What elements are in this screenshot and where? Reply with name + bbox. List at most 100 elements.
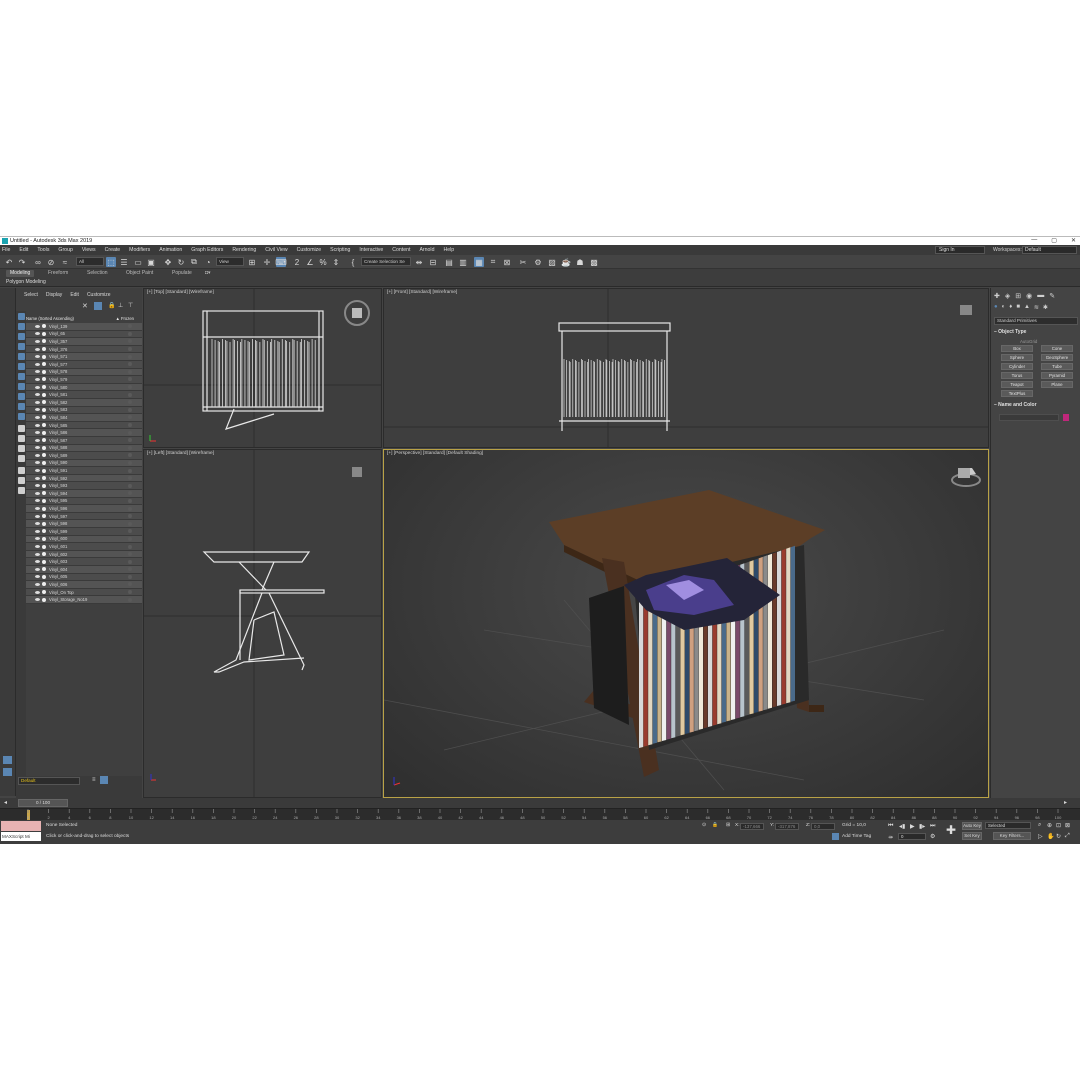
key-set-select[interactable]: Selected: [985, 822, 1031, 829]
lights-icon[interactable]: ♦: [1009, 304, 1012, 312]
rendered-frame-window-icon[interactable]: ▨: [547, 257, 557, 267]
filter-lights-icon[interactable]: [18, 333, 25, 340]
list-item[interactable]: Vinyl_594: [26, 490, 142, 498]
cameras-icon[interactable]: ■: [1016, 304, 1020, 312]
filter-bones-icon[interactable]: [18, 393, 25, 400]
render-cloud-icon[interactable]: ▩: [589, 257, 599, 267]
viewport-top[interactable]: [+] [Top] [Standard] [Wireframe]: [143, 288, 382, 448]
auto-key-button[interactable]: Auto Key: [962, 822, 982, 830]
filter-none-icon[interactable]: [18, 445, 25, 452]
list-item[interactable]: Vinyl_601: [26, 543, 142, 551]
menu-create[interactable]: Create: [105, 247, 121, 253]
curve-editor-icon[interactable]: ⌗: [488, 257, 498, 267]
visibility-eye-icon[interactable]: [35, 514, 40, 518]
menu-content[interactable]: Content: [392, 247, 410, 253]
filter-helpers-icon[interactable]: [18, 353, 25, 360]
frozen-toggle-icon[interactable]: [128, 597, 132, 602]
layer-stack-icon[interactable]: ≡: [92, 777, 96, 783]
list-item[interactable]: Vinyl_571: [26, 353, 142, 361]
filter-spacewarps-icon[interactable]: [18, 363, 25, 370]
set-key-icon[interactable]: ✚: [946, 823, 956, 837]
z-coordinate-field[interactable]: 0,0: [811, 823, 835, 830]
frozen-toggle-icon[interactable]: [128, 369, 132, 374]
motion-tab-icon[interactable]: ◉: [1026, 292, 1032, 300]
filter-all-icon[interactable]: [18, 435, 25, 442]
find-icon[interactable]: [18, 467, 25, 474]
list-item[interactable]: Vinyl_586: [26, 429, 142, 437]
dock-expand-icon[interactable]: [3, 756, 12, 764]
frozen-toggle-icon[interactable]: [128, 392, 132, 397]
visibility-eye-icon[interactable]: [35, 377, 40, 381]
key-mode-icon[interactable]: ⇸: [888, 834, 893, 841]
visibility-eye-icon[interactable]: [35, 469, 40, 473]
primitive-torus-button[interactable]: Torus: [1001, 371, 1033, 380]
timeline-next-icon[interactable]: ▸: [1064, 799, 1067, 806]
menu-group[interactable]: Group: [58, 247, 72, 253]
angle-snap-icon[interactable]: ∠: [305, 257, 315, 267]
workspace-select[interactable]: Default: [1022, 246, 1077, 254]
column-name-header[interactable]: Name (Sorted Ascending): [26, 316, 74, 322]
scene-menu-customize[interactable]: Customize: [87, 292, 111, 300]
list-item[interactable]: Vinyl_On Top: [26, 588, 142, 597]
render-setup-icon[interactable]: ⚙: [533, 257, 543, 267]
list-item[interactable]: Vinyl_588: [26, 444, 142, 453]
list-item[interactable]: Vinyl_596: [26, 505, 142, 513]
percent-snap-icon[interactable]: %: [318, 257, 328, 267]
viewport-front-label[interactable]: [+] [Front] [Standard] [Wireframe]: [387, 290, 457, 295]
list-item[interactable]: Vinyl_606: [26, 581, 142, 589]
primitive-textplus-button[interactable]: TextPlus: [1001, 389, 1033, 398]
list-item[interactable]: Vinyl_580: [26, 383, 142, 392]
filter-xrefs-icon[interactable]: [18, 383, 25, 390]
name-color-rollout[interactable]: – Name and Color: [994, 402, 1078, 409]
menu-customize[interactable]: Customize: [297, 247, 322, 253]
menu-scripting[interactable]: Scripting: [330, 247, 350, 253]
visibility-eye-icon[interactable]: [35, 582, 40, 586]
list-item[interactable]: Vinyl_139: [26, 323, 142, 331]
primitive-geosphere-button[interactable]: GeoSphere: [1041, 353, 1073, 362]
frozen-toggle-icon[interactable]: [128, 400, 132, 405]
render-iterative-icon[interactable]: ☗: [575, 257, 585, 267]
tab-modeling[interactable]: Modeling: [6, 270, 35, 277]
frozen-toggle-icon[interactable]: [128, 331, 132, 336]
list-item[interactable]: Vinyl_600: [26, 535, 142, 544]
maxscript-mini-label[interactable]: MAXScript Mi: [1, 832, 41, 841]
isolate-icon[interactable]: ⊙: [702, 823, 706, 828]
scene-explorer-toggle-icon[interactable]: ▤: [444, 257, 454, 267]
list-item[interactable]: Vinyl_577: [26, 360, 142, 369]
time-tag-icon[interactable]: [832, 833, 839, 840]
frozen-toggle-icon[interactable]: [128, 483, 132, 488]
primitive-teapot-button[interactable]: Teapot: [1001, 380, 1033, 389]
visibility-eye-icon[interactable]: [35, 393, 40, 397]
frozen-toggle-icon[interactable]: [128, 567, 132, 572]
visibility-eye-icon[interactable]: [35, 590, 40, 594]
link-icon[interactable]: ∞: [33, 257, 43, 267]
primitive-sphere-button[interactable]: Sphere: [1001, 353, 1033, 362]
menu-arnold[interactable]: Arnold: [419, 247, 434, 253]
track-bar[interactable]: 0 2 4 6 8 10 12 14 16 18 20 22 24 26 28 30 32 34 36 38 40 42 4…: [0, 808, 1080, 820]
create-tab-icon[interactable]: ✚: [994, 292, 1000, 300]
window-crossing-icon[interactable]: ▣: [146, 257, 156, 267]
frozen-toggle-icon[interactable]: [128, 362, 132, 367]
keyboard-shortcut-override-icon[interactable]: ⌨: [275, 257, 287, 267]
list-item[interactable]: Vinyl_605: [26, 573, 142, 582]
menu-tools[interactable]: Tools: [37, 247, 49, 253]
object-type-rollout[interactable]: – Object Type: [994, 329, 1078, 336]
named-selection-set-select[interactable]: Create Selection Se: [361, 257, 411, 266]
close-button[interactable]: ✕: [1071, 237, 1076, 244]
menu-interactive[interactable]: Interactive: [359, 247, 383, 253]
reference-coordinate-select[interactable]: View: [216, 257, 244, 266]
visibility-eye-icon[interactable]: [35, 529, 40, 533]
edit-named-selection-icon[interactable]: {: [348, 257, 358, 267]
frozen-toggle-icon[interactable]: [128, 559, 132, 564]
ribbon-options-icon[interactable]: ◘▾: [205, 270, 211, 277]
current-layer-field[interactable]: Default: [18, 777, 80, 785]
visibility-eye-icon[interactable]: [35, 560, 40, 564]
visibility-eye-icon[interactable]: [35, 522, 40, 526]
menu-file[interactable]: File: [2, 247, 10, 253]
frozen-toggle-icon[interactable]: [128, 476, 132, 481]
render-production-icon[interactable]: ☕: [561, 257, 571, 267]
visibility-eye-icon[interactable]: [35, 362, 40, 366]
autogrid-checkbox[interactable]: AutoGrid: [1020, 339, 1037, 344]
add-time-tag[interactable]: Add Time Tag: [842, 834, 871, 839]
maxscript-listener-field[interactable]: [1, 821, 41, 831]
